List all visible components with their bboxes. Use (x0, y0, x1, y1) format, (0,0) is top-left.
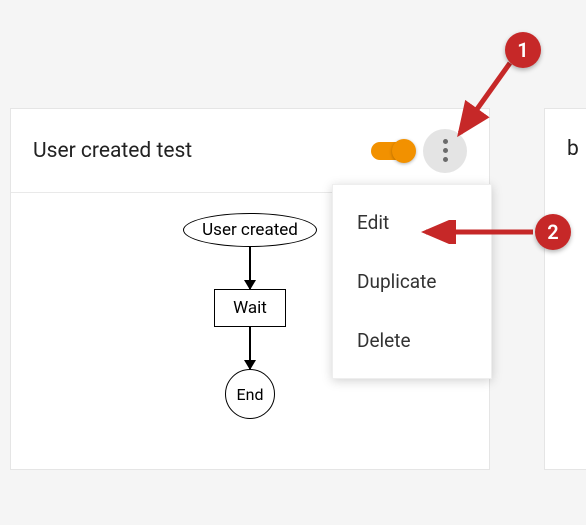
adjacent-card-title: b (545, 109, 586, 189)
annotation-step-2: 2 (535, 214, 571, 250)
enable-toggle[interactable] (371, 142, 413, 160)
flow-step-node: Wait (214, 289, 286, 327)
annotation-step-1: 1 (505, 32, 541, 68)
flow-arrow (249, 247, 251, 289)
menu-item-delete[interactable]: Delete (333, 311, 491, 370)
flow-end-node: End (225, 369, 275, 419)
toggle-thumb (392, 139, 416, 163)
more-options-button[interactable] (423, 129, 467, 173)
flow-diagram: User created Wait End (183, 213, 317, 469)
adjacent-card: b (544, 108, 586, 470)
kebab-icon (443, 139, 448, 162)
menu-item-duplicate[interactable]: Duplicate (333, 252, 491, 311)
flow-trigger-node: User created (183, 213, 317, 247)
card-header: User created test (11, 109, 489, 193)
flow-arrow (249, 327, 251, 369)
menu-item-edit[interactable]: Edit (333, 193, 491, 252)
header-controls (371, 129, 467, 173)
card-title: User created test (33, 139, 192, 163)
options-dropdown: Edit Duplicate Delete (332, 184, 492, 379)
